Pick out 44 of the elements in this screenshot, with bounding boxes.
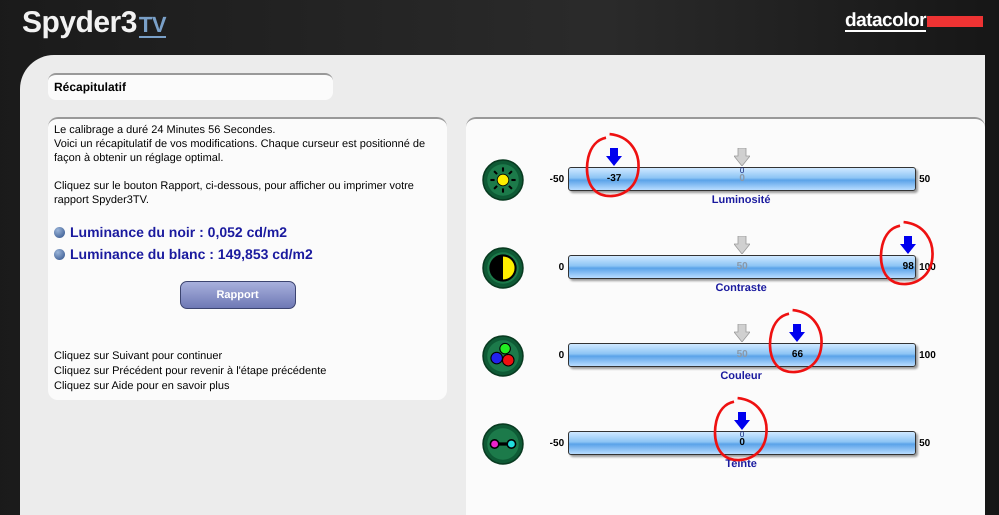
- max-label: 50: [918, 438, 932, 448]
- current-value: 66: [792, 349, 804, 360]
- report-button[interactable]: Rapport: [180, 281, 296, 309]
- default-arrow-icon: [734, 324, 750, 342]
- measurement-text: Luminance du noir : 0,052 cd/m2: [70, 224, 288, 240]
- default-value: 0: [739, 173, 745, 184]
- product-logo: Spyder3TV: [22, 6, 166, 40]
- bullet-icon: [54, 226, 65, 238]
- slider-label: Contraste: [714, 282, 768, 294]
- center-mark: 0: [740, 430, 744, 439]
- current-arrow-icon[interactable]: [734, 412, 750, 430]
- current-value: 98: [902, 261, 914, 272]
- page-title: Récapitulatif: [48, 73, 333, 100]
- min-label: -50: [548, 174, 566, 184]
- slider-label: Teinte: [724, 458, 758, 470]
- current-value: 0: [739, 437, 745, 448]
- instruction-text: Cliquez sur Précédent pour revenir à l'étape précédente: [54, 364, 328, 379]
- linked-dots-icon: [482, 423, 524, 465]
- default-value: 50: [736, 349, 748, 360]
- min-label: -50: [548, 438, 566, 448]
- current-arrow-icon[interactable]: [789, 324, 806, 342]
- default-arrow-icon: [734, 148, 750, 166]
- summary-text: Cliquez sur le bouton Rapport, ci-dessous, pour afficher ou imprimer votre rapport Spyder3TV.: [54, 179, 415, 207]
- brand-logo: datacolor: [844, 11, 983, 32]
- current-arrow-icon[interactable]: [606, 148, 622, 166]
- current-arrow-icon[interactable]: [900, 236, 916, 254]
- max-label: 100: [918, 350, 937, 360]
- current-value: -37: [606, 173, 622, 184]
- center-mark: 0: [740, 166, 744, 175]
- slider-label: Couleur: [719, 370, 763, 382]
- bullet-icon: [54, 248, 65, 260]
- min-label: 0: [558, 350, 566, 360]
- max-label: 50: [918, 174, 932, 184]
- default-arrow-icon: [734, 236, 750, 254]
- min-label: 0: [558, 262, 566, 272]
- contrast-icon: [482, 247, 524, 289]
- instruction-text: Cliquez sur Aide pour en savoir plus: [54, 379, 230, 394]
- sun-icon: [482, 159, 524, 201]
- slider-label: Luminosité: [710, 194, 772, 206]
- default-value: 50: [736, 261, 748, 272]
- instruction-text: Cliquez sur Suivant pour continuer: [54, 349, 224, 364]
- summary-text: Le calibrage a duré 24 Minutes 56 Secondes. Voici un récapitulatif de vos modifications. Chaque curseur est positionné de façon à obtenir un réglage optimal.: [54, 123, 426, 165]
- color-dots-icon: [482, 335, 524, 377]
- measurement-text: Luminance du blanc : 149,853 cd/m2: [70, 246, 313, 262]
